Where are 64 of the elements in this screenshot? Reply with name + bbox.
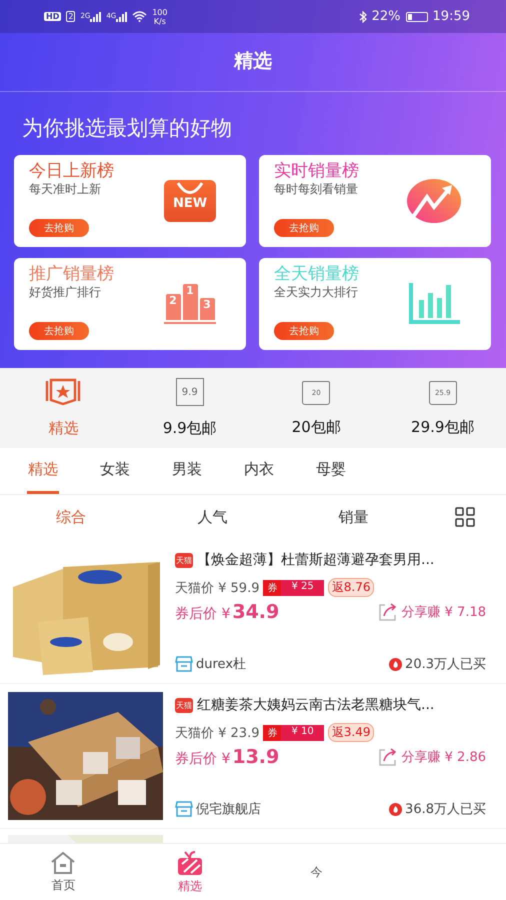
speed-unit: K/s	[154, 16, 166, 26]
share-icon[interactable]	[378, 602, 398, 622]
battery-percent: 22%	[372, 9, 401, 24]
card-title: 全天销量榜	[274, 263, 359, 285]
card-title: 实时销量榜	[274, 160, 359, 182]
sort-option[interactable]: 综合	[56, 508, 86, 526]
sales-count: 20.3万人已买	[405, 656, 486, 673]
battery-icon	[406, 12, 428, 22]
grid-view-icon[interactable]	[455, 507, 475, 527]
after-coupon-label: 券后价 ¥	[175, 605, 230, 623]
ranking-card[interactable]: 全天销量榜 全天实力大排行 去抢购	[259, 258, 491, 350]
sim-badge: 2	[66, 11, 76, 22]
category-tab[interactable]: 精选	[27, 448, 59, 494]
sort-option[interactable]: 销量	[338, 508, 368, 526]
headline: 为你挑选最划算的好物	[22, 115, 232, 142]
network-speed: 100	[152, 8, 168, 16]
card-title: 推广销量榜	[29, 263, 114, 285]
bluetooth-icon	[358, 10, 367, 22]
platform-badge: 天猫	[175, 552, 193, 568]
signal-icon	[116, 12, 128, 22]
after-coupon-price: 13.9	[232, 746, 280, 768]
nav-item[interactable]: 首页	[50, 850, 76, 894]
shop-icon	[175, 801, 193, 817]
after-coupon-price: 34.9	[232, 601, 280, 623]
card-subtitle: 每时每刻看销量	[274, 182, 358, 197]
signal-icon	[90, 12, 102, 22]
bar-chart-icon	[409, 283, 461, 325]
after-coupon-label: 券后价 ¥	[175, 750, 230, 768]
rebate-badge: 返3.49	[328, 723, 374, 742]
ranking-card[interactable]: 推广销量榜 好货推广排行 去抢购 2 1 3	[14, 258, 246, 350]
sales-count: 36.8万人已买	[405, 801, 486, 818]
rebate-badge: 返8.76	[328, 578, 374, 597]
wifi-icon	[132, 11, 148, 22]
category-tab[interactable]: 男装	[171, 448, 203, 494]
list-price: 天猫价 ¥ 59.9	[175, 580, 260, 596]
star-book-icon	[45, 378, 82, 406]
card-subtitle: 全天实力大排行	[274, 285, 358, 300]
list-price: 天猫价 ¥ 23.9	[175, 724, 260, 742]
sort-option[interactable]: 人气	[198, 508, 228, 526]
ranking-card[interactable]: 今日上新榜 每天准时上新 去抢购 NEW	[14, 155, 246, 247]
product-title[interactable]: 【焕金超薄】杜蕾斯超薄避孕套男用...	[197, 551, 434, 569]
category-tab[interactable]: 内衣	[243, 448, 275, 494]
shop-icon	[175, 656, 193, 672]
clock: 19:59	[432, 9, 470, 24]
ranking-card[interactable]: 实时销量榜 每时每刻看销量 去抢购	[259, 155, 491, 247]
category-shortcut[interactable]: 9.9 9.9包邮	[126, 378, 253, 438]
shop-name: 倪宅旗舰店	[196, 801, 261, 818]
share-earn-text[interactable]: 分享赚 ¥ 2.86	[402, 748, 486, 766]
share-earn-text[interactable]: 分享赚 ¥ 7.18	[402, 603, 486, 621]
share-icon[interactable]	[378, 747, 398, 767]
page-title: 精选	[234, 49, 272, 74]
nav-item[interactable]: 精选	[176, 850, 203, 894]
hd-badge: HD	[44, 12, 62, 21]
card-subtitle: 每天准时上新	[29, 182, 101, 197]
shop-name: durex杜	[196, 656, 246, 673]
nav-item[interactable]: 今	[310, 864, 322, 880]
shopping-bag-icon: NEW	[164, 180, 216, 222]
product-title[interactable]: 红糖姜茶大姨妈云南古法老黑糖块气...	[197, 696, 434, 714]
platform-badge: 天猫	[175, 698, 193, 712]
card-title: 今日上新榜	[29, 160, 114, 182]
category-tab[interactable]: 母婴	[315, 448, 347, 494]
price-tag-icon: 9.9	[176, 378, 204, 406]
card-subtitle: 好货推广排行	[29, 285, 101, 300]
category-tab[interactable]: 女装	[99, 448, 131, 494]
